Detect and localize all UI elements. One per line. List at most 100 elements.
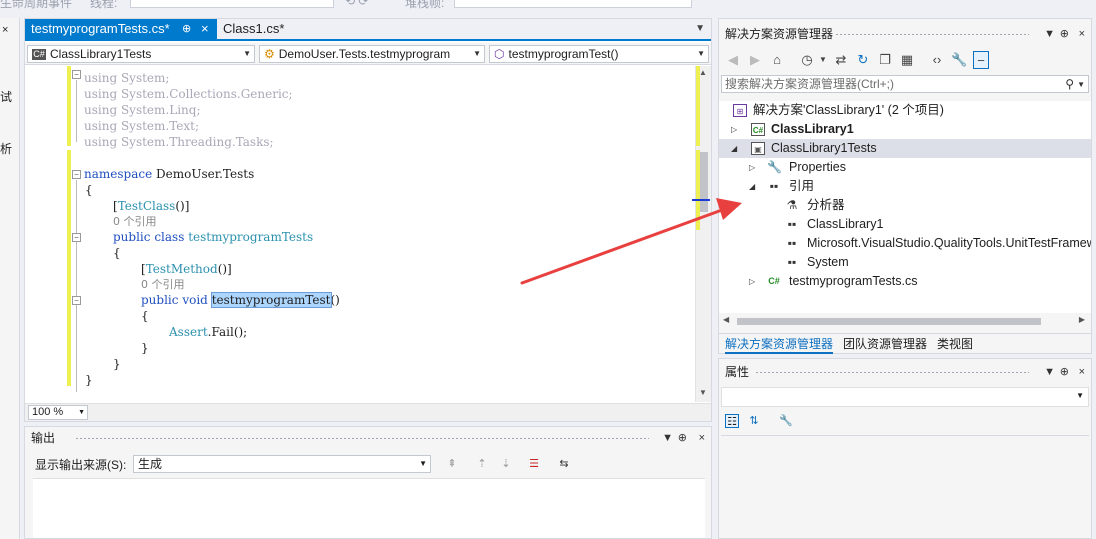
stack-frame-label: 堆栈帧: — [405, 0, 445, 10]
pending-changes-filter-icon[interactable]: ◷ — [799, 51, 815, 69]
tab-testmyprogramtests[interactable]: testmyprogramTests.cs* ⊕ × — [25, 19, 217, 39]
chevron-down-icon[interactable]: ▼ — [1044, 361, 1055, 383]
close-icon[interactable]: × — [201, 19, 209, 39]
tab-label: testmyprogramTests.cs* — [31, 21, 170, 36]
word-wrap-icon[interactable]: ⇆ — [557, 457, 571, 471]
expand-icon[interactable]: ▷ — [731, 120, 737, 139]
collapse-icon[interactable]: ◢ — [749, 177, 755, 196]
forward-icon[interactable]: ▶ — [747, 51, 763, 69]
wrench-icon: 🔧 — [767, 160, 782, 174]
scroll-right-icon[interactable]: ▶ — [1079, 315, 1085, 324]
close-icon[interactable]: × — [1079, 23, 1085, 45]
scroll-up-icon[interactable]: ▲ — [699, 68, 707, 77]
close-icon[interactable]: × — [699, 427, 705, 449]
fold-toggle[interactable]: − — [72, 170, 81, 179]
thread-dropdown[interactable] — [130, 0, 334, 8]
goto-message-icon[interactable]: ⇞ — [445, 457, 459, 471]
scroll-thumb[interactable] — [737, 318, 1041, 325]
member-dropdown[interactable]: ⬡ testmyprogramTest() ▼ — [489, 45, 709, 63]
tree-item-ref-system[interactable]: ▪▪ System — [719, 253, 1091, 272]
tree-item-ref-classlibrary1[interactable]: ▪▪ ClassLibrary1 — [719, 215, 1091, 234]
tree-item-label: Microsoft.VisualStudio.QualityTools.Unit… — [807, 236, 1091, 250]
fold-guide — [76, 180, 77, 392]
next-message-icon[interactable]: ⇣ — [499, 457, 513, 471]
alphabetical-icon[interactable]: ⇅ — [747, 414, 761, 428]
output-text-area[interactable] — [33, 478, 705, 538]
pin-icon[interactable]: ⊕ — [1060, 23, 1069, 45]
selected-method-name: testmyprogramTest — [210, 292, 332, 308]
tree-item-solution[interactable]: ⊞ 解决方案'ClassLibrary1' (2 个项目) — [719, 101, 1091, 120]
drag-grip[interactable] — [755, 371, 1029, 374]
vertical-scrollbar[interactable]: ▲ ▼ — [692, 66, 711, 402]
tab-class1[interactable]: Class1.cs* — [217, 19, 290, 39]
chevron-down-icon[interactable]: ▼ — [695, 19, 705, 39]
view-code-icon[interactable]: ‹› — [929, 51, 945, 69]
code-line: } — [85, 373, 93, 387]
search-icon[interactable]: ⚲ — [1065, 76, 1074, 92]
scroll-down-icon[interactable]: ▼ — [699, 388, 707, 397]
scroll-caret-marker — [692, 199, 710, 201]
tree-item-properties[interactable]: ▷ 🔧 Properties — [719, 158, 1091, 177]
chevron-down-icon[interactable]: ▼ — [1044, 23, 1055, 45]
tree-item-classlibrary1tests[interactable]: ◢ ▣ ClassLibrary1Tests — [719, 139, 1091, 158]
fold-toggle[interactable]: − — [72, 296, 81, 305]
categorized-icon[interactable]: ☷ — [725, 414, 739, 428]
chevron-down-icon[interactable]: ▼ — [1077, 77, 1085, 93]
pin-icon[interactable]: ⊕ — [182, 19, 191, 39]
output-source-dropdown[interactable]: 生成 ▼ — [133, 455, 431, 473]
tab-class-view[interactable]: 类视图 — [937, 336, 973, 352]
solution-search-input[interactable]: 搜索解决方案资源管理器(Ctrl+;) ⚲ ▼ — [721, 75, 1089, 93]
type-dropdown-value: DemoUser.Tests.testmyprogram — [278, 47, 451, 61]
tree-item-classlibrary1[interactable]: ▷ C# ClassLibrary1 — [719, 120, 1091, 139]
drag-grip[interactable] — [75, 437, 649, 440]
tab-solution-explorer[interactable]: 解决方案资源管理器 — [725, 336, 834, 354]
code-line: using System; — [84, 71, 170, 85]
tree-item-ref-unittestframework[interactable]: ▪▪ Microsoft.VisualStudio.QualityTools.U… — [719, 234, 1091, 253]
clear-all-icon[interactable]: ☰ — [527, 457, 541, 471]
refresh-icon[interactable]: ↻ — [855, 51, 871, 69]
tree-item-references[interactable]: ◢ ▪▪ 引用 — [719, 177, 1091, 196]
zoom-dropdown[interactable]: 100 % ▼ — [28, 405, 88, 420]
scroll-left-icon[interactable]: ◀ — [723, 315, 729, 324]
tab-team-explorer[interactable]: 团队资源管理器 — [843, 336, 927, 352]
fold-toggle[interactable]: − — [72, 233, 81, 242]
type-dropdown[interactable]: ⚙ DemoUser.Tests.testmyprogram ▼ — [259, 45, 485, 63]
pin-icon[interactable]: ⊕ — [678, 427, 687, 449]
reference-count-lens[interactable]: 0 个引用 — [141, 277, 185, 293]
back-icon[interactable]: ◀ — [725, 51, 741, 69]
expand-icon[interactable]: ▷ — [749, 272, 755, 291]
show-all-files-icon[interactable]: ▦ — [899, 51, 915, 69]
code-line: [TestClass()] — [113, 199, 190, 213]
collapse-all-icon[interactable]: ❐ — [877, 51, 893, 69]
close-icon[interactable]: × — [2, 24, 8, 36]
properties-grid[interactable] — [721, 435, 1089, 538]
pin-icon[interactable]: ⊕ — [1060, 361, 1069, 383]
code-text-area[interactable]: − − − − using System; using System.Colle… — [25, 66, 711, 402]
collapse-icon[interactable]: ◢ — [731, 139, 737, 158]
chevron-down-icon: ▼ — [473, 49, 481, 58]
horizontal-scrollbar[interactable]: ◀ ▶ — [719, 315, 1091, 329]
horizontal-scrollbar[interactable] — [91, 406, 695, 419]
fold-toggle[interactable]: − — [72, 70, 81, 79]
wrench-icon[interactable]: 🔧 — [779, 414, 793, 428]
expand-icon[interactable]: ▷ — [749, 158, 755, 177]
tree-item-label: ClassLibrary1 — [807, 217, 884, 231]
home-icon[interactable]: ⌂ — [769, 51, 785, 69]
wrench-icon[interactable]: 🔧 — [951, 51, 967, 69]
stack-frame-dropdown[interactable] — [454, 0, 692, 8]
chevron-down-icon[interactable]: ▼ — [815, 51, 831, 69]
project-dropdown[interactable]: C# ClassLibrary1Tests ▼ — [27, 45, 255, 63]
reference-count-lens[interactable]: 0 个引用 — [113, 214, 157, 230]
output-source-label: 显示输出来源(S): — [35, 458, 127, 472]
tree-item-analyzers[interactable]: ⚗ 分析器 — [719, 196, 1091, 215]
preview-selected-icon[interactable]: − — [973, 51, 989, 69]
sync-with-document-icon[interactable]: ⇄ — [833, 51, 849, 69]
drag-grip[interactable] — [835, 33, 1029, 36]
tree-item-testmyprogramtests-cs[interactable]: ▷ C# testmyprogramTests.cs — [719, 272, 1091, 291]
nav-back-forward-icon[interactable]: ⟲ ⟳ — [345, 0, 368, 8]
scroll-thumb[interactable] — [699, 152, 708, 212]
previous-message-icon[interactable]: ⇡ — [475, 457, 489, 471]
properties-object-dropdown[interactable]: ▼ — [721, 387, 1089, 407]
chevron-down-icon[interactable]: ▼ — [662, 427, 673, 449]
close-icon[interactable]: × — [1079, 361, 1085, 383]
